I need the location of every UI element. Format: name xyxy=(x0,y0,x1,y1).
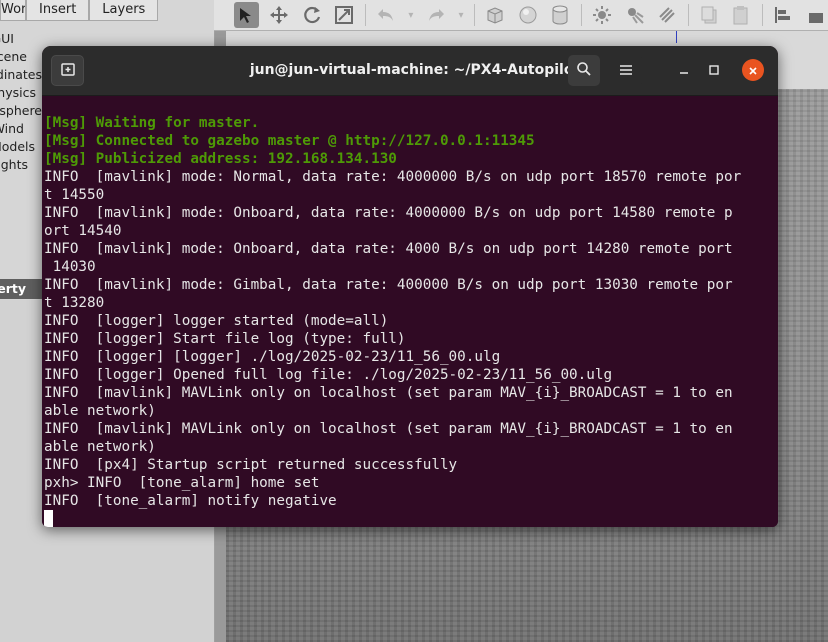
search-icon xyxy=(576,61,592,81)
terminal-output-line: INFO [mavlink] mode: Gimbal, data rate: … xyxy=(44,277,733,293)
terminal-output-line: t 13280 xyxy=(44,295,105,311)
close-button[interactable] xyxy=(742,59,764,81)
snap-icon[interactable] xyxy=(803,2,828,28)
terminal-msg-line: [Msg] Connected to gazebo master @ http:… xyxy=(44,133,535,149)
toolbar-divider xyxy=(580,4,582,26)
terminal-output-line: INFO [mavlink] mode: Onboard, data rate:… xyxy=(44,205,733,221)
copy-icon[interactable] xyxy=(696,2,721,28)
rotate-mode-icon[interactable] xyxy=(299,2,324,28)
terminal-output-line: 14030 xyxy=(44,259,96,275)
gazebo-tab-bar: World Insert Layers xyxy=(0,0,159,22)
terminal-body[interactable]: [Msg] Waiting for master. [Msg] Connected… xyxy=(42,96,778,527)
terminal-output: [Msg] Waiting for master. [Msg] Connected… xyxy=(44,114,766,527)
menu-button[interactable] xyxy=(610,55,642,86)
hamburger-menu-icon xyxy=(619,61,633,80)
spot-light-icon[interactable] xyxy=(622,2,647,28)
terminal-output-line: INFO [logger] Opened full log file: ./lo… xyxy=(44,367,613,383)
toolbar-divider xyxy=(364,4,366,26)
maximize-button[interactable] xyxy=(703,59,725,81)
maximize-icon xyxy=(708,61,720,80)
terminal-output-line: INFO [logger] logger started (mode=all) xyxy=(44,313,389,329)
terminal-msg-line: [Msg] Waiting for master. xyxy=(44,115,260,131)
directional-light-icon[interactable] xyxy=(655,2,680,28)
tree-item-scene[interactable]: Scene xyxy=(0,48,27,66)
toolbar-divider xyxy=(473,4,475,26)
gazebo-toolbar: ▾ ▾ xyxy=(214,0,828,31)
tree-item-lights[interactable]: Lights xyxy=(0,156,28,174)
tree-item-physics[interactable]: Physics xyxy=(0,84,36,102)
toolbar-divider xyxy=(687,4,689,26)
tree-item-models[interactable]: Models xyxy=(0,138,35,156)
point-light-icon[interactable] xyxy=(590,2,615,28)
tree-item-atmosphere[interactable]: Atmosphere xyxy=(0,102,42,120)
terminal-output-line: INFO [tone_alarm] notify negative xyxy=(44,493,337,509)
terminal-output-line: able network) xyxy=(44,439,156,455)
tree-item-gui[interactable]: GUI xyxy=(0,30,14,48)
terminal-output-line: ort 14540 xyxy=(44,223,122,239)
terminal-output-line: able network) xyxy=(44,403,156,419)
terminal-output-line: INFO [px4] Startup script returned succe… xyxy=(44,457,458,473)
tree-item-wind[interactable]: Wind xyxy=(0,120,24,138)
tab-world[interactable]: World xyxy=(0,0,26,21)
terminal-prompt-line[interactable] xyxy=(44,510,766,527)
translate-mode-icon[interactable] xyxy=(267,2,292,28)
terminal-header-bar[interactable]: jun@jun-virtual-machine: ~/PX4-Autopilot xyxy=(42,46,778,96)
redo-history-chevron-icon[interactable]: ▾ xyxy=(456,2,465,28)
terminal-output-line: INFO [mavlink] mode: Normal, data rate: … xyxy=(44,169,742,185)
tree-item-spherical-coordinates[interactable]: Spherical Coordinates xyxy=(0,66,42,84)
terminal-output-line: INFO [mavlink] mode: Onboard, data rate:… xyxy=(44,241,733,257)
world-axis-marker xyxy=(676,31,677,43)
terminal-output-line: INFO [logger] Start file log (type: full… xyxy=(44,331,406,347)
scale-mode-icon[interactable] xyxy=(332,2,357,28)
align-icon[interactable] xyxy=(771,2,796,28)
tab-layers[interactable]: Layers xyxy=(89,0,159,21)
minimize-icon xyxy=(678,61,690,80)
property-header-label: Property xyxy=(0,281,26,296)
minimize-button[interactable] xyxy=(673,59,695,81)
undo-history-chevron-icon[interactable]: ▾ xyxy=(406,2,415,28)
terminal-output-line: INFO [logger] [logger] ./log/2025-02-23/… xyxy=(44,349,501,365)
tab-world-label: World xyxy=(1,2,26,17)
terminal-output-line: t 14550 xyxy=(44,187,105,203)
tab-insert[interactable]: Insert xyxy=(26,0,90,21)
terminal-output-line: INFO [mavlink] MAVLink only on localhost… xyxy=(44,421,733,437)
terminal-output-line: pxh> INFO [tone_alarm] home set xyxy=(44,475,320,491)
search-button[interactable] xyxy=(568,55,600,86)
toolbar-divider xyxy=(761,4,763,26)
terminal-output-line: INFO [mavlink] MAVLink only on localhost… xyxy=(44,385,733,401)
text-cursor xyxy=(44,510,53,527)
box-shape-icon[interactable] xyxy=(483,2,508,28)
paste-icon[interactable] xyxy=(729,2,754,28)
sphere-shape-icon[interactable] xyxy=(515,2,540,28)
undo-icon[interactable] xyxy=(374,2,399,28)
redo-icon[interactable] xyxy=(424,2,449,28)
terminal-title: jun@jun-virtual-machine: ~/PX4-Autopilot xyxy=(249,62,581,78)
close-icon xyxy=(748,61,758,80)
terminal-window[interactable]: jun@jun-virtual-machine: ~/PX4-Autopilot xyxy=(42,46,778,527)
terminal-msg-line: [Msg] Publicized address: 192.168.134.13… xyxy=(44,151,397,167)
select-mode-icon[interactable] xyxy=(234,2,259,28)
cylinder-shape-icon[interactable] xyxy=(548,2,573,28)
